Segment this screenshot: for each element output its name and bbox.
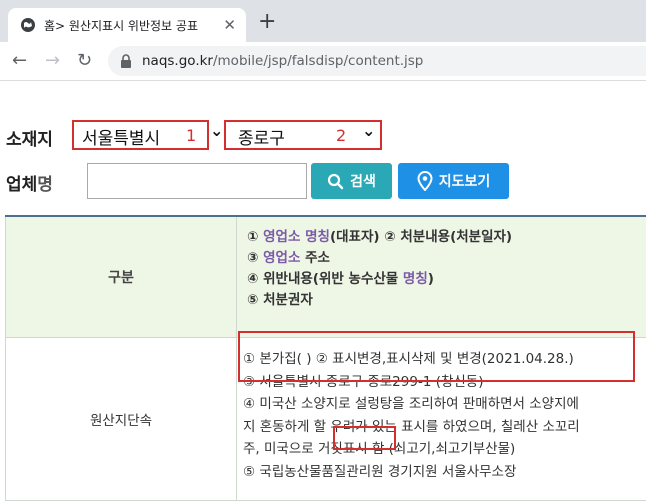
row-line: 주, 미국으로 거짓표시 함 (쇠고기,쇠고기부산물): [243, 438, 646, 461]
map-pin-icon: [417, 171, 433, 191]
business-name-input[interactable]: [87, 163, 307, 199]
browser-tab[interactable]: 홈> 원산지표시 위반정보 공표 ✕: [8, 8, 246, 42]
annotation-box-false-label: [333, 426, 396, 450]
search-icon: [327, 173, 344, 190]
globe-icon: [20, 17, 36, 33]
header-line: ③ 영업소 주소: [247, 248, 646, 269]
annotation-marker-1: 1: [186, 126, 196, 145]
search-button-label: 검색: [350, 171, 376, 191]
map-view-button-label: 지도보기: [439, 171, 491, 191]
url-host: naqs.go.kr: [142, 53, 213, 69]
row-label: 원산지단속: [6, 338, 237, 501]
search-button[interactable]: 검색: [311, 163, 392, 199]
city-select[interactable]: 서울특별시 1: [72, 120, 209, 150]
address-bar[interactable]: naqs.go.kr/mobile/jsp/falsdisp/content.j…: [108, 46, 646, 76]
row-line: ⑤ 국립농산물품질관리원 경기지원 서울사무소장: [243, 461, 646, 484]
header-line: ⑤ 처분권자: [247, 290, 646, 311]
url-text: naqs.go.kr/mobile/jsp/falsdisp/content.j…: [142, 53, 423, 69]
district-select-value: 종로구: [238, 124, 285, 149]
header-line: ① 영업소 명칭(대표자) ② 처분내용(처분일자): [247, 227, 646, 248]
tab-title: 홈> 원산지표시 위반정보 공표: [44, 17, 219, 34]
forward-button[interactable]: →: [45, 51, 60, 71]
map-view-button[interactable]: 지도보기: [398, 163, 509, 199]
close-icon[interactable]: ✕: [223, 16, 236, 34]
chevron-down-icon: ⌄: [362, 121, 375, 140]
district-select[interactable]: 종로구 2 ⌄: [224, 120, 382, 150]
browser-toolbar: ← → ↻ naqs.go.kr/mobile/jsp/falsdisp/con…: [0, 42, 646, 81]
header-line: ④ 위반내용(위반 농수산물 명칭): [247, 269, 646, 290]
tab-strip: 홈> 원산지표시 위반정보 공표 ✕ +: [0, 0, 646, 42]
new-tab-button[interactable]: +: [258, 11, 276, 33]
table-header-row: 구분 ① 영업소 명칭(대표자) ② 처분내용(처분일자) ③ 영업소 주소 ④…: [6, 216, 646, 338]
business-name-label: 업체명: [6, 170, 53, 195]
chevron-down-icon[interactable]: ⌄: [210, 121, 223, 140]
url-path: /mobile/jsp/falsdisp/content.jsp: [213, 53, 423, 69]
row-line: ④ 미국산 소양지로 설렁탕을 조리하여 판매하면서 소양지에: [243, 393, 646, 416]
business-label-b: 명: [37, 175, 53, 195]
table-header-label: 구분: [6, 216, 237, 338]
table-header-content: ① 영업소 명칭(대표자) ② 처분내용(처분일자) ③ 영업소 주소 ④ 위반…: [237, 216, 646, 338]
back-button[interactable]: ←: [12, 51, 27, 71]
location-label: 소재지: [6, 125, 53, 150]
lock-icon: [120, 54, 132, 68]
business-label-a: 업체: [6, 175, 37, 195]
row-line: 지 혼동하게 할 우려가 있는 표시를 하였으며, 칠레산 소꼬리: [243, 416, 646, 439]
annotation-box-name-address: [238, 331, 635, 382]
city-select-value: 서울특별시: [82, 124, 160, 149]
reload-button[interactable]: ↻: [77, 51, 92, 71]
annotation-marker-2: 2: [336, 126, 346, 145]
